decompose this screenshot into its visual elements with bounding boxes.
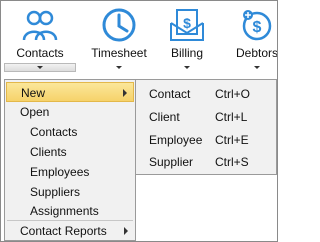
submenu-item-label: Client	[149, 110, 180, 124]
timesheet-ribbon-button[interactable]: Timesheet	[81, 1, 157, 79]
menu-item-open-suppliers[interactable]: Suppliers	[6, 182, 134, 202]
timesheet-label: Timesheet	[91, 46, 147, 60]
menu-item-open-assignments[interactable]: Assignments	[6, 201, 134, 221]
submenu-arrow-icon	[123, 89, 127, 97]
menu-item-label: Suppliers	[30, 185, 81, 199]
submenu-item-contact[interactable]: Contact Ctrl+O	[137, 83, 275, 105]
application-window: Contacts Timesheet $ Billing $ Debtors N…	[0, 0, 278, 242]
debtors-ribbon-button[interactable]: $ Debtors	[227, 1, 278, 79]
submenu-item-supplier[interactable]: Supplier Ctrl+S	[137, 151, 275, 173]
menu-item-open[interactable]: Open	[6, 102, 134, 122]
svg-text:$: $	[183, 15, 191, 31]
chevron-down-icon	[184, 66, 190, 69]
chevron-down-icon	[254, 66, 260, 69]
people-icon	[22, 10, 58, 41]
contacts-dropdown-menu: New Open Contacts Clients Employees Supp…	[4, 79, 136, 241]
chevron-down-icon	[116, 66, 122, 69]
svg-text:$: $	[253, 19, 262, 36]
menu-item-new[interactable]: New	[6, 82, 134, 102]
debtors-icon: $	[242, 10, 272, 41]
shortcut-label: Ctrl+O	[215, 87, 251, 101]
shortcut-label: Ctrl+L	[215, 110, 248, 124]
shortcut-label: Ctrl+S	[215, 155, 249, 169]
chevron-down-icon	[37, 66, 43, 69]
shortcut-label: Ctrl+E	[215, 133, 249, 147]
submenu-item-label: Contact	[149, 87, 191, 101]
contacts-label: Contacts	[16, 46, 64, 60]
contacts-ribbon-button[interactable]: Contacts	[3, 1, 77, 79]
menu-item-label: Contacts	[30, 125, 78, 139]
submenu-item-client[interactable]: Client Ctrl+L	[137, 106, 275, 128]
ribbon: Contacts Timesheet $ Billing $ Debtors	[1, 1, 277, 79]
billing-ribbon-button[interactable]: $ Billing	[151, 1, 223, 79]
menu-item-contact-reports-label: Contact Reports	[20, 224, 107, 238]
submenu-item-employee[interactable]: Employee Ctrl+E	[137, 129, 275, 151]
submenu-arrow-icon	[124, 227, 128, 235]
menu-item-label: Clients	[30, 145, 67, 159]
submenu-item-label: Supplier	[149, 155, 194, 169]
clock-icon	[102, 8, 136, 42]
menu-item-label: Employees	[30, 165, 90, 179]
invoice-dollar-icon: $	[170, 9, 204, 41]
billing-label: Billing	[170, 46, 203, 60]
debtors-label: Debtors	[235, 46, 278, 60]
menu-item-new-label: New	[21, 86, 46, 100]
menu-item-label: Assignments	[30, 204, 99, 218]
menu-item-open-clients[interactable]: Clients	[6, 142, 134, 162]
menu-item-open-label: Open	[20, 105, 50, 119]
new-submenu: Contact Ctrl+O Client Ctrl+L Employee Ct…	[135, 79, 277, 175]
submenu-item-label: Employee	[149, 133, 203, 147]
menu-item-open-employees[interactable]: Employees	[6, 162, 134, 182]
menu-item-open-contacts[interactable]: Contacts	[6, 122, 134, 142]
menu-item-contact-reports[interactable]: Contact Reports	[6, 221, 134, 241]
